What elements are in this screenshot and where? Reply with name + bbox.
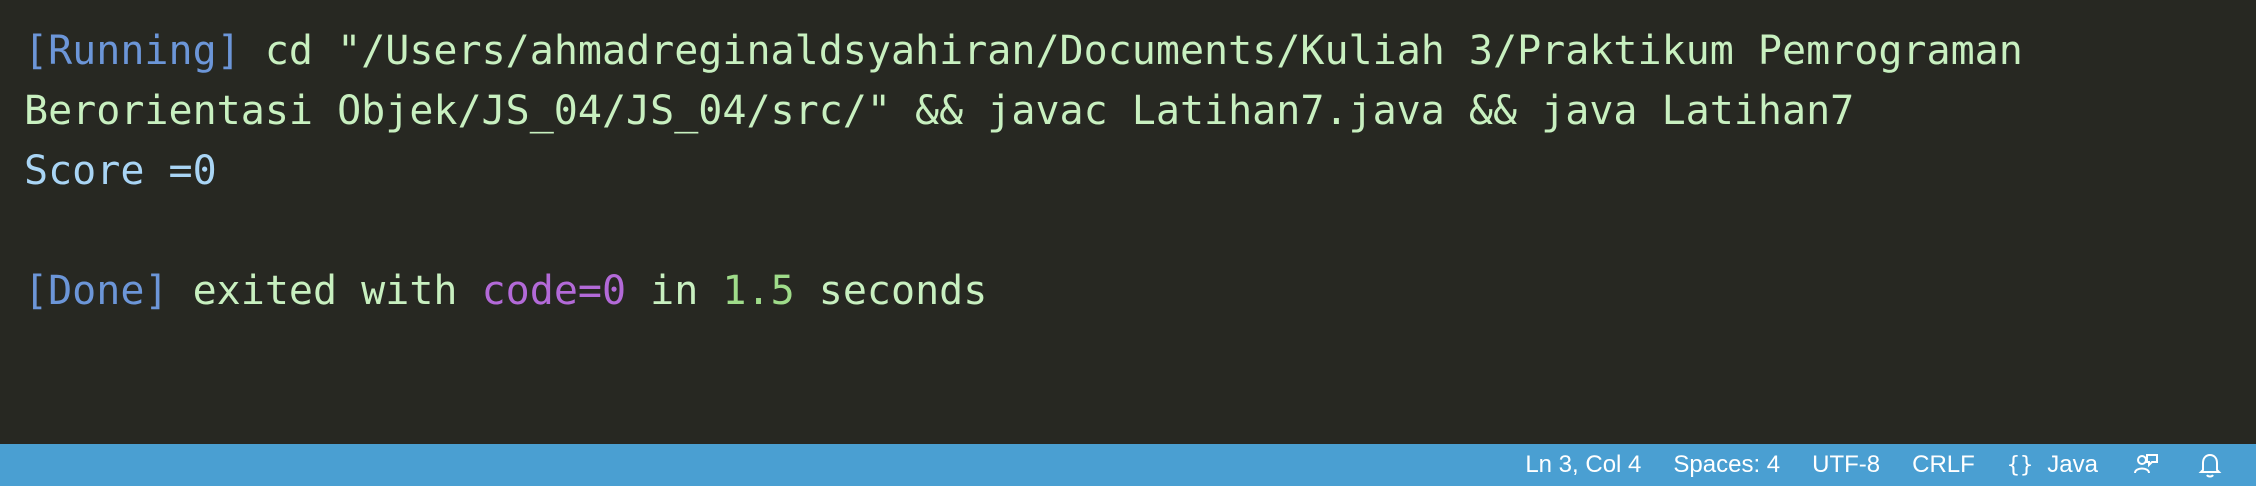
line-ending-indicator[interactable]: CRLF (1896, 444, 1991, 486)
indentation-indicator[interactable]: Spaces: 4 (1657, 444, 1796, 486)
running-tag: [Running] (24, 28, 241, 74)
encoding-indicator[interactable]: UTF-8 (1796, 444, 1896, 486)
output-line-command-cont: Berorientasi Objek/JS_04/JS_04/src/" && … (0, 81, 2256, 141)
cursor-position-indicator[interactable]: Ln 3, Col 4 (1509, 444, 1657, 486)
encoding-label: UTF-8 (1812, 451, 1881, 478)
program-output: Score =0 (24, 148, 217, 194)
output-panel: [Running] cd "/Users/ahmadreginaldsyahir… (0, 0, 2256, 444)
status-bar: Ln 3, Col 4 Spaces: 4 UTF-8 CRLF {} Java (0, 444, 2256, 486)
seconds-text: seconds (794, 268, 988, 314)
notifications-button[interactable] (2178, 444, 2242, 486)
output-line-program: Score =0 (0, 141, 2256, 201)
done-tag: [Done] (24, 268, 169, 314)
braces-icon: {} (2006, 452, 2034, 478)
duration-value: 1.5 (722, 268, 795, 314)
language-mode-indicator[interactable]: {} Java (1991, 444, 2114, 486)
language-label: Java (2047, 451, 2098, 478)
output-line-done: [Done] exited with code=0 in 1.5 seconds (0, 261, 2256, 321)
line-ending-label: CRLF (1912, 451, 1975, 478)
bell-icon (2194, 444, 2226, 486)
feedback-button[interactable] (2114, 444, 2178, 486)
indentation-label: Spaces: 4 (1673, 451, 1781, 478)
output-line-running: [Running] cd "/Users/ahmadreginaldsyahir… (0, 21, 2256, 81)
cursor-position-label: Ln 3, Col 4 (1525, 451, 1642, 478)
feedback-person-icon (2130, 444, 2162, 486)
output-line-blank (0, 201, 2256, 261)
command-text-part1: cd "/Users/ahmadreginaldsyahiran/Documen… (240, 28, 2023, 74)
command-text-part2: Berorientasi Objek/JS_04/JS_04/src/" && … (24, 88, 1855, 134)
exit-code: code=0 (481, 268, 627, 314)
exited-with-text: exited with (168, 268, 482, 314)
in-text: in (626, 268, 723, 314)
